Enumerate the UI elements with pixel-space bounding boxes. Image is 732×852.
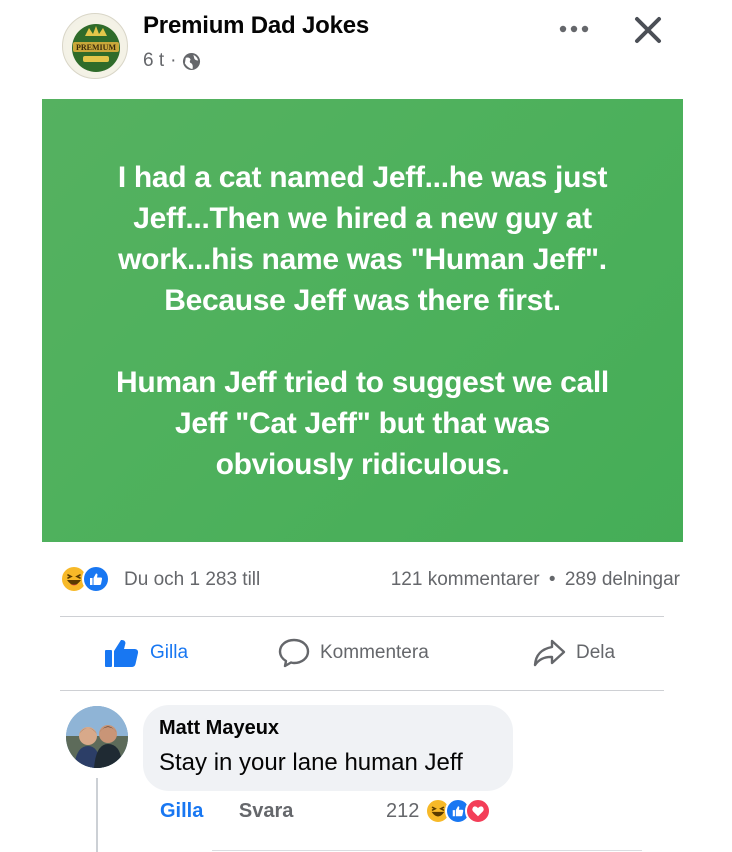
meta-separator: ·: [170, 50, 177, 71]
page-avatar[interactable]: PREMIUM: [62, 13, 128, 79]
action-bar: Gilla Kommentera Dela: [60, 620, 664, 688]
comment-like-button[interactable]: Gilla: [160, 800, 203, 822]
comment-reply-button[interactable]: Svara: [239, 800, 294, 822]
share-count[interactable]: 289 delningar: [565, 569, 680, 590]
divider-top: [60, 616, 664, 617]
post-image[interactable]: I had a cat named Jeff...he was just Jef…: [42, 99, 683, 542]
avatar-photo-icon: [66, 706, 128, 768]
more-horizontal-icon: [559, 25, 589, 33]
reactors-summary[interactable]: Du och 1 283 till: [124, 569, 260, 591]
next-comment-edge: [212, 850, 642, 851]
more-options-button[interactable]: [554, 14, 594, 44]
post-meta: 6 t ·: [143, 50, 201, 72]
comment-count[interactable]: 121 kommentarer: [391, 569, 540, 590]
count-separator: •: [548, 569, 556, 590]
comment-reactions[interactable]: 212: [386, 798, 492, 824]
like-label: Gilla: [150, 642, 189, 663]
image-text-paragraph-1: I had a cat named Jeff...he was just Jef…: [117, 160, 608, 317]
comment-reaction-count: 212: [386, 799, 420, 822]
page-name[interactable]: Premium Dad Jokes: [143, 12, 369, 40]
like-button[interactable]: Gilla: [104, 638, 188, 668]
comment-actions: Gilla Svara: [160, 800, 323, 823]
comment-text: Stay in your lane human Jeff: [159, 749, 463, 776]
comment-button[interactable]: Kommentera: [278, 638, 429, 668]
globe-icon: [183, 52, 201, 70]
commenter-avatar[interactable]: [66, 706, 128, 768]
divider-bottom: [60, 690, 664, 691]
share-arrow-icon: [533, 639, 566, 667]
post-stats: Du och 1 283 till 121 kommentarer • 289 …: [60, 563, 680, 597]
post-time[interactable]: 6 t: [143, 50, 164, 72]
engagement-counts: 121 kommentarer • 289 delningar: [391, 569, 680, 591]
comment-label: Kommentera: [320, 642, 429, 663]
premium-logo-icon: PREMIUM: [66, 17, 126, 77]
close-button[interactable]: [626, 10, 670, 50]
comment-bubble-icon: [278, 638, 310, 668]
image-text-paragraph-2: Human Jeff tried to suggest we call Jeff…: [116, 365, 609, 481]
comment-bubble: Matt Mayeux Stay in your lane human Jeff: [143, 705, 513, 791]
reaction-icons[interactable]: [60, 565, 110, 593]
reply-thread-line: [96, 778, 98, 852]
share-label: Dela: [576, 642, 616, 663]
share-button[interactable]: Dela: [532, 638, 615, 668]
like-icon: [82, 565, 110, 593]
logo-text: PREMIUM: [76, 43, 116, 52]
love-icon: [465, 798, 492, 824]
comment-author[interactable]: Matt Mayeux: [159, 717, 279, 740]
post-header: PREMIUM Premium Dad Jokes 6 t ·: [0, 0, 732, 96]
close-icon: [635, 17, 661, 43]
thumbs-up-icon: [105, 639, 139, 667]
